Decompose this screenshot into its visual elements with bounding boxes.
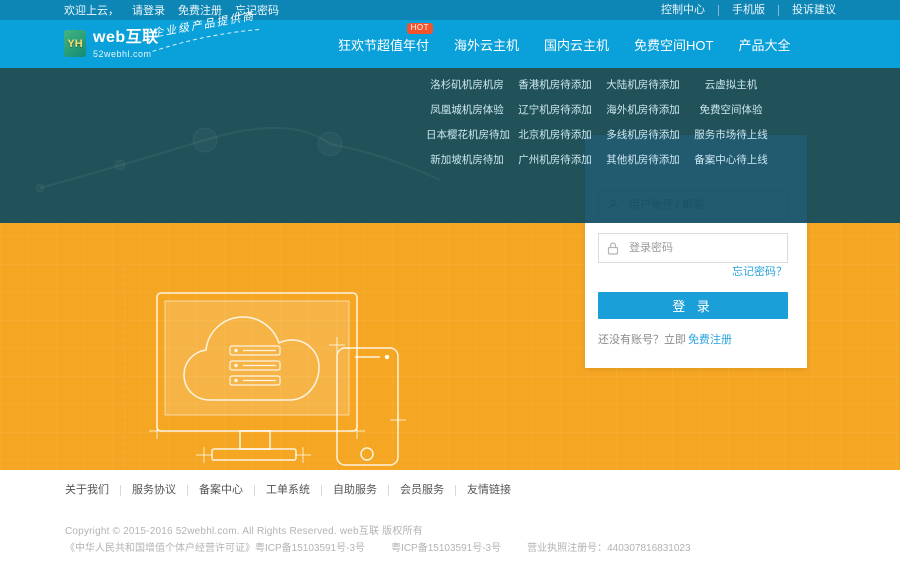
username-field-wrap	[598, 190, 788, 220]
free-register-link[interactable]: 免费注册	[688, 334, 732, 346]
nav-item-label: 狂欢节超值年付	[338, 38, 429, 53]
navbar: YH web互联 52webhl.com 企业级产品提供商 狂欢节超值年付 HO…	[0, 20, 900, 68]
dropdown-column-3: 大陆机房待添加 海外机房待添加 多线机房待添加 其他机房待添加	[602, 79, 684, 167]
user-icon	[599, 199, 627, 211]
page: 欢迎上云， 请登录 免费注册 忘记密码 控制中心 手机版 投诉建议 YH web…	[0, 0, 900, 573]
complaint-link[interactable]: 投诉建议	[779, 5, 836, 16]
menu-item[interactable]: 备案中心待上线	[690, 154, 772, 167]
nav-dropdown-menu: 洛杉矶机房机房 凤凰城机房体验 日本樱花机房待加 新加坡机房待加 香港机房待添加…	[426, 79, 772, 167]
legal-row: 《中华人民共和国增值个体户经营许可证》粤ICP备15103591号-3号 粤IC…	[65, 539, 717, 554]
topbar: 欢迎上云， 请登录 免费注册 忘记密码 控制中心 手机版 投诉建议	[0, 0, 900, 20]
menu-item[interactable]: 凤凰城机房体验	[426, 104, 508, 117]
menu-item[interactable]: 免费空间体验	[690, 104, 772, 117]
nav-item-carnival[interactable]: 狂欢节超值年付 HOT	[338, 35, 429, 54]
license-text: 《中华人民共和国增值个体户经营许可证》粤ICP备15103591号-3号	[65, 539, 365, 554]
username-input[interactable]	[627, 198, 787, 212]
menu-item[interactable]: 其他机房待添加	[602, 154, 684, 167]
footer: 关于我们 服务协议 备案中心 工单系统 自助服务 会员服务 友情链接 Copyr…	[0, 470, 900, 573]
footer-links: 关于我们 服务协议 备案中心 工单系统 自助服务 会员服务 友情链接	[65, 485, 522, 496]
menu-item[interactable]: 日本樱花机房待加	[426, 129, 508, 142]
login-link[interactable]: 请登录	[132, 2, 165, 18]
footer-link-selfservice[interactable]: 自助服务	[322, 485, 389, 496]
menu-item[interactable]: 北京机房待添加	[514, 129, 596, 142]
footer-link-terms[interactable]: 服务协议	[121, 485, 188, 496]
dropdown-column-2: 香港机房待添加 辽宁机房待添加 北京机房待添加 广州机房待添加	[514, 79, 596, 167]
menu-item[interactable]: 多线机房待添加	[602, 129, 684, 142]
lock-icon	[599, 242, 627, 255]
menu-item[interactable]: 香港机房待添加	[514, 79, 596, 92]
icp-number: 粤ICP备15103591号-3号	[391, 539, 501, 554]
nav-item-free-space[interactable]: 免费空间HOT	[634, 35, 713, 54]
footer-link-friends[interactable]: 友情链接	[456, 485, 522, 496]
forgot-password-link[interactable]: 忘记密码？	[732, 263, 787, 279]
main-nav: 狂欢节超值年付 HOT 海外云主机 国内云主机 免费空间HOT 产品大全	[338, 20, 791, 68]
welcome-text: 欢迎上云，	[64, 2, 119, 18]
hot-badge: HOT	[407, 23, 433, 34]
control-center-link[interactable]: 控制中心	[648, 5, 719, 16]
footer-link-about[interactable]: 关于我们	[65, 485, 121, 496]
logo-icon: YH	[64, 30, 86, 57]
footer-link-member[interactable]: 会员服务	[389, 485, 456, 496]
login-panel: 忘记密码？ 登 录 还没有账号？立即免费注册	[585, 135, 807, 368]
nav-item-all-products[interactable]: 产品大全	[739, 35, 791, 54]
menu-item[interactable]: 大陆机房待添加	[602, 79, 684, 92]
dropdown-column-1: 洛杉矶机房机房 凤凰城机房体验 日本樱花机房待加 新加坡机房待加	[426, 79, 508, 167]
nav-item-domestic-cloud[interactable]: 国内云主机	[544, 35, 609, 54]
menu-item[interactable]: 海外机房待添加	[602, 104, 684, 117]
menu-item[interactable]: 广州机房待添加	[514, 154, 596, 167]
password-field-wrap	[598, 233, 788, 263]
dropdown-column-4: 云虚拟主机 免费空间体验 服务市场待上线 备案中心待上线	[690, 79, 772, 167]
cloud-devices-illustration	[100, 268, 420, 478]
menu-item[interactable]: 服务市场待上线	[690, 129, 772, 142]
menu-item[interactable]: 新加坡机房待加	[426, 154, 508, 167]
password-input[interactable]	[627, 241, 787, 255]
business-license-number: 营业执照注册号：440307816831023	[527, 539, 690, 554]
copyright-text: Copyright © 2015-2016 52webhl.com. All R…	[65, 522, 423, 537]
login-button[interactable]: 登 录	[598, 292, 788, 319]
footer-link-tickets[interactable]: 工单系统	[255, 485, 322, 496]
menu-item[interactable]: 辽宁机房待添加	[514, 104, 596, 117]
menu-item[interactable]: 云虚拟主机	[690, 79, 772, 92]
nav-item-overseas-cloud[interactable]: 海外云主机	[454, 35, 519, 54]
mobile-version-link[interactable]: 手机版	[719, 5, 779, 16]
register-prompt: 还没有账号？立即	[598, 334, 686, 346]
menu-item[interactable]: 洛杉矶机房机房	[426, 79, 508, 92]
footer-link-icp-center[interactable]: 备案中心	[188, 485, 255, 496]
